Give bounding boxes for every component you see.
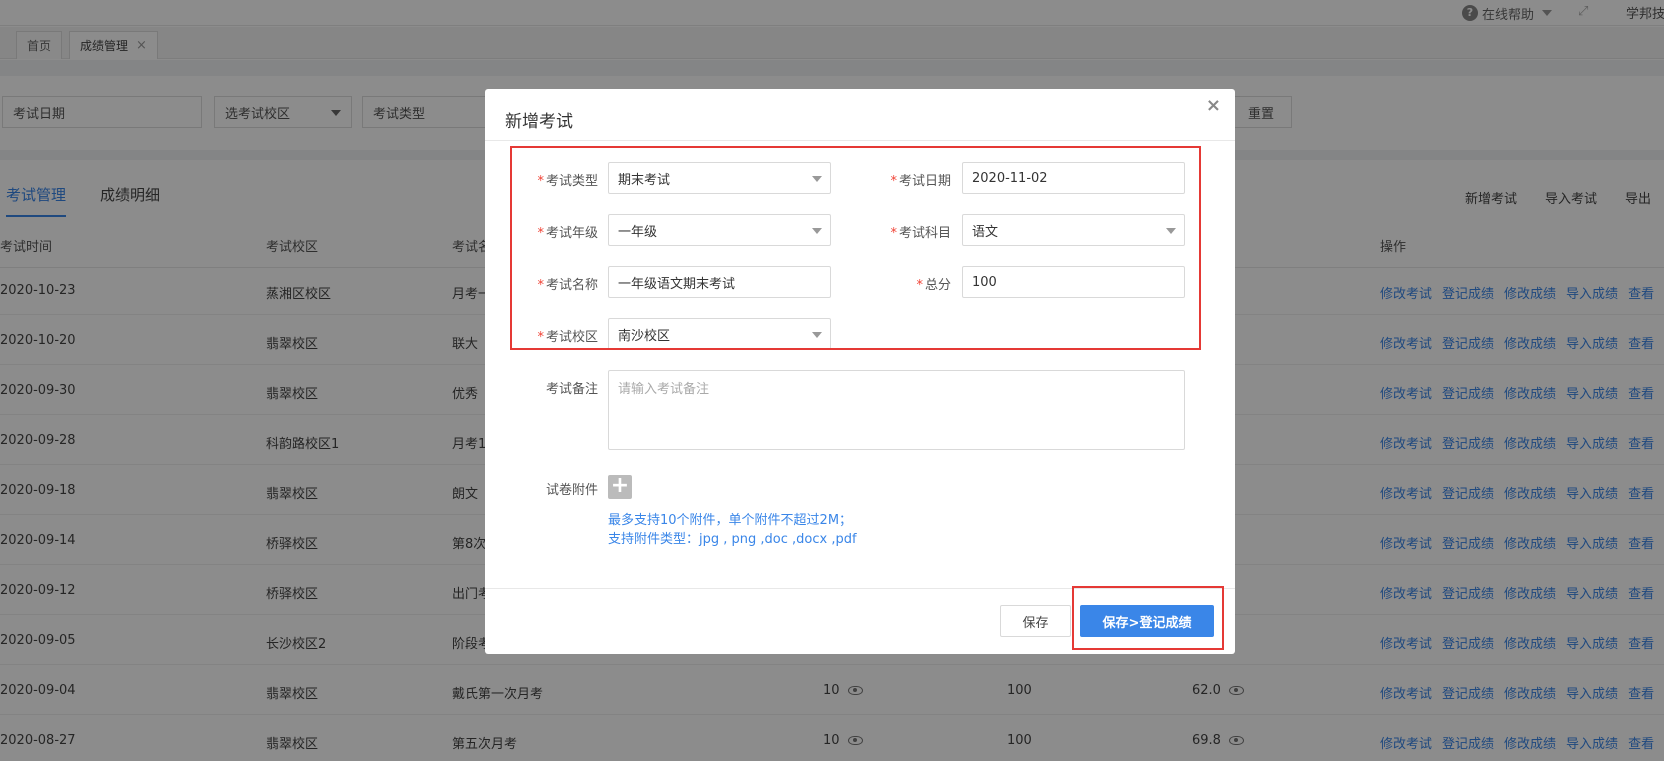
remark-placeholder: 请输入考试备注 [618,382,710,397]
attachment-label-text: 试卷附件 [545,483,598,498]
dialog-title: 新增考试 [505,112,573,132]
remark-textarea[interactable]: 请输入考试备注 [608,370,1185,450]
divider [485,140,1235,141]
attachment-hint-types: 支持附件类型：jpg , png ,doc ,docx ,pdf [608,532,857,547]
save-button[interactable]: 保存 [1000,605,1071,637]
highlight-box-fields [510,146,1201,350]
attachment-hint-limit: 最多支持10个附件，单个附件不超过2M； [608,513,853,528]
remark-label: 考试备注 [498,378,598,397]
remark-label-text: 考试备注 [545,382,598,397]
plus-icon: + [610,473,630,498]
close-icon[interactable]: × [1206,95,1221,116]
attachment-label: 试卷附件 [498,479,598,498]
add-attachment-button[interactable]: + [608,475,632,499]
highlight-box-save-register [1072,586,1224,650]
